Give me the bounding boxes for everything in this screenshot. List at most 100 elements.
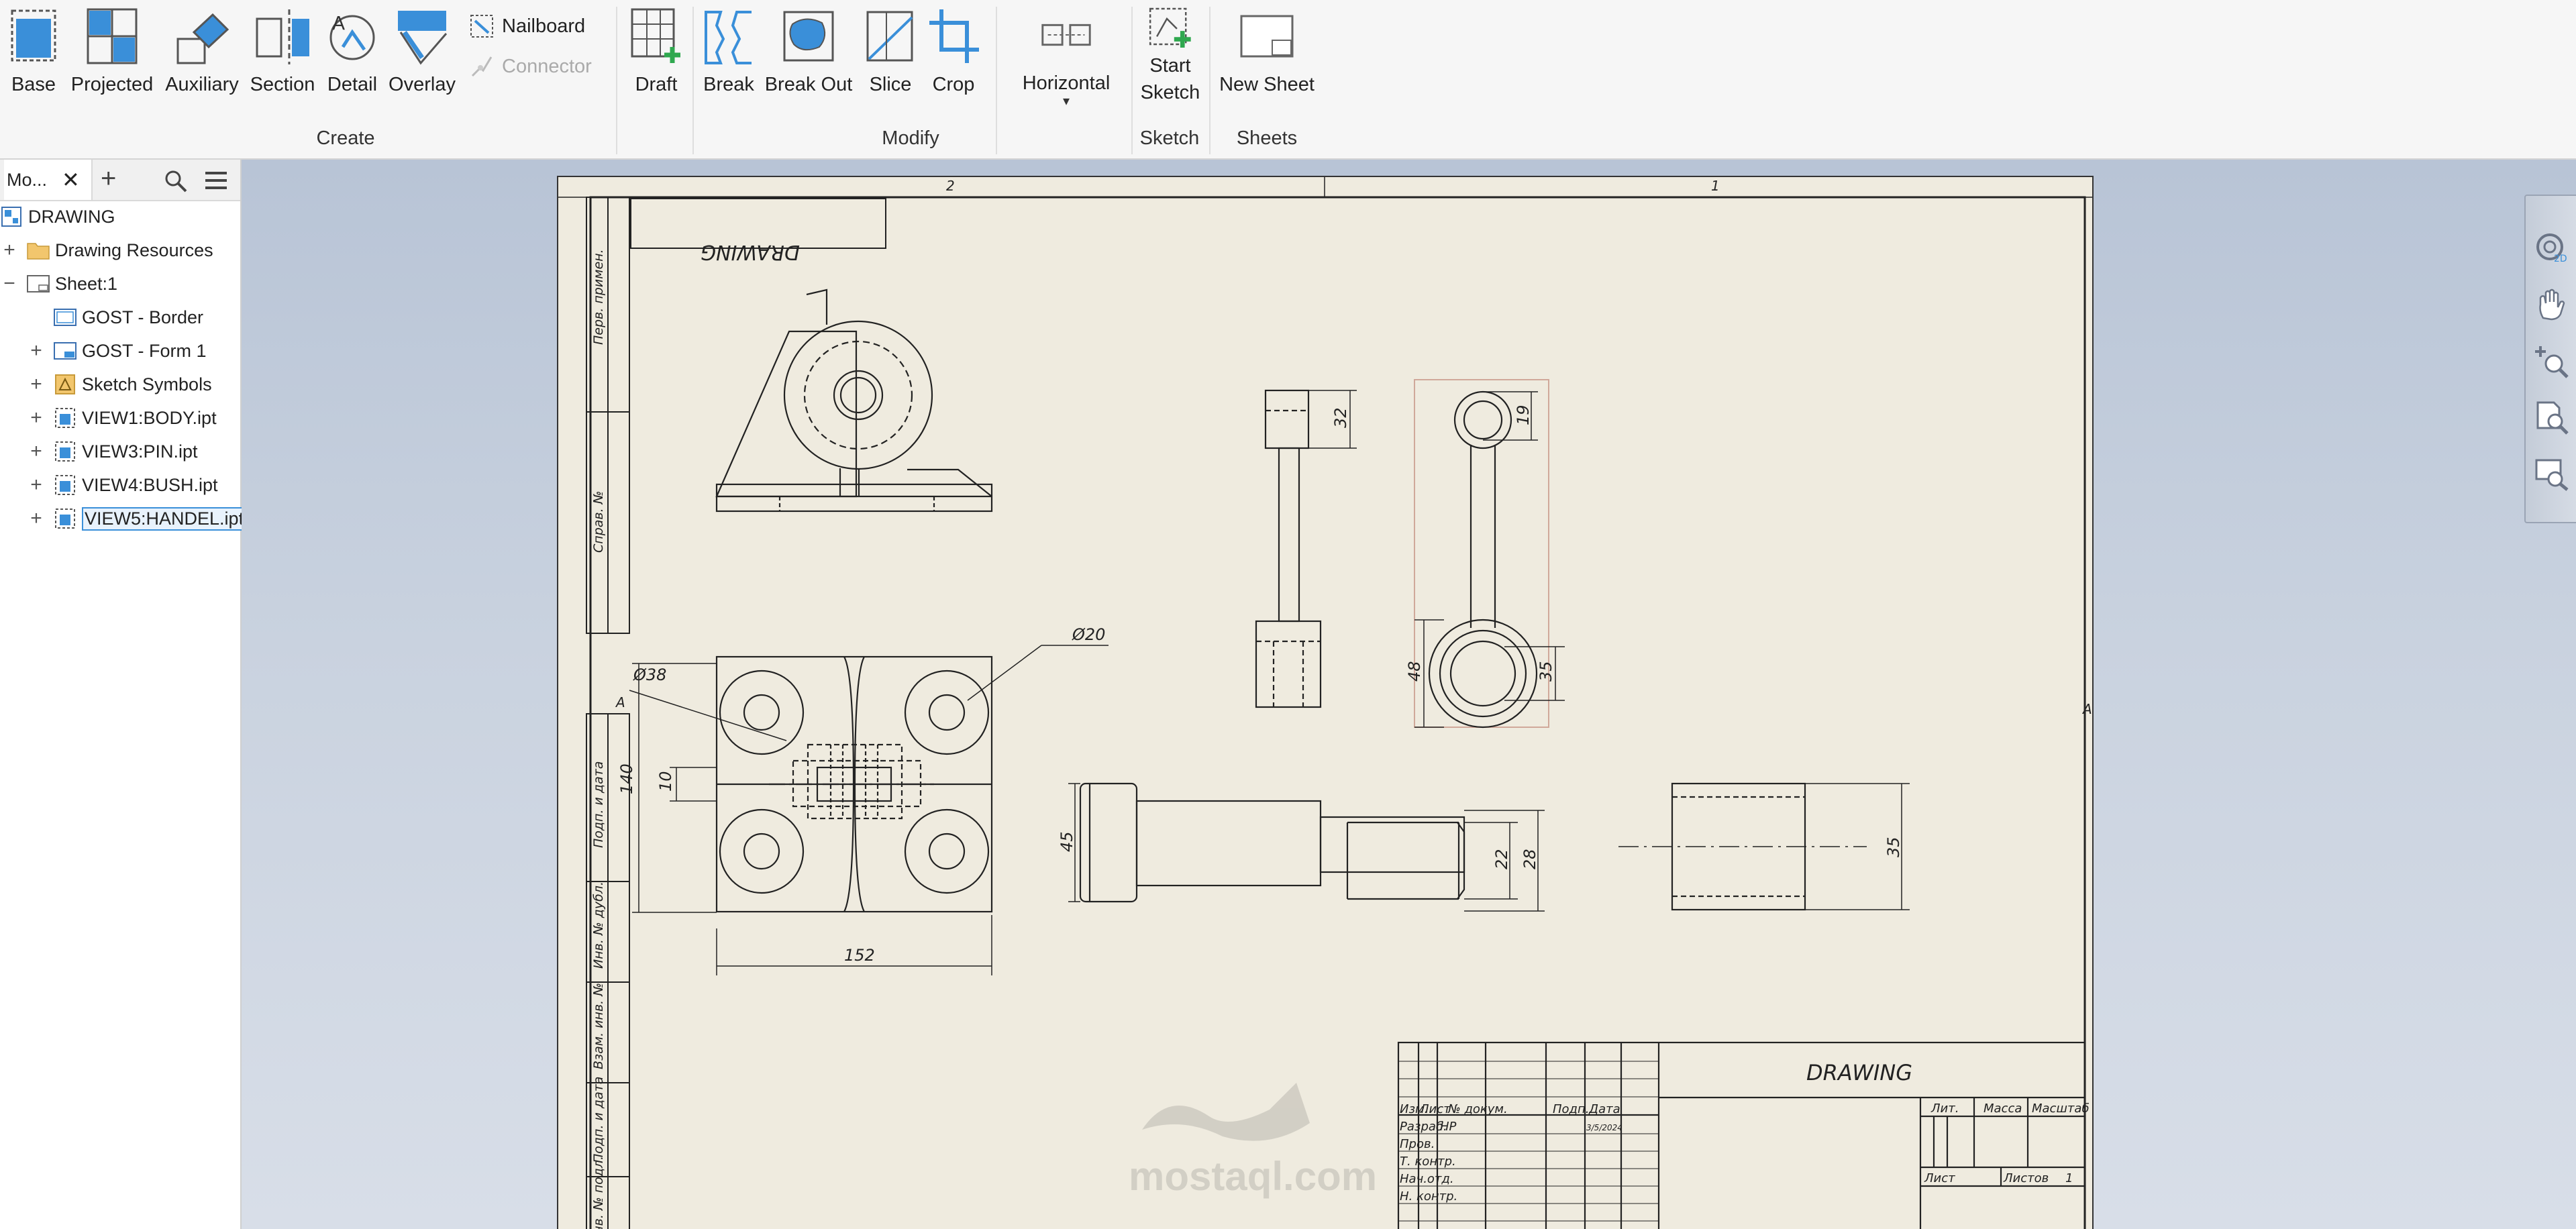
dim-32: 32 xyxy=(1331,407,1350,428)
overlay-view-button[interactable]: Overlay xyxy=(387,5,458,106)
section-view-icon xyxy=(256,9,309,64)
tb-masshtab: Масштаб xyxy=(2032,1102,2090,1116)
ribbon: Base Projected Auxiliary Section A Detai… xyxy=(0,0,2576,160)
expand-icon[interactable]: + xyxy=(28,436,44,467)
side-label-podp-data-1: Подп. и дата xyxy=(591,761,606,848)
detail-view-button[interactable]: A Detail xyxy=(322,5,382,106)
expand-icon[interactable]: + xyxy=(1,235,17,266)
new-sheet-button[interactable]: New Sheet xyxy=(1213,5,1321,106)
collapse-icon[interactable]: − xyxy=(1,268,17,299)
expand-icon[interactable]: + xyxy=(28,470,44,500)
menu-icon[interactable] xyxy=(204,170,228,191)
add-icon[interactable]: + xyxy=(101,164,116,194)
zone-label-top-2: 2 xyxy=(946,178,955,194)
slice-button[interactable]: Slice xyxy=(860,5,921,106)
tree-item-sheet[interactable]: Sheet:1 xyxy=(27,268,117,299)
tb-lit: Лит. xyxy=(1930,1102,1959,1116)
overlay-view-icon xyxy=(398,11,448,65)
svg-text:2D: 2D xyxy=(2554,254,2567,264)
side-label-inv-podl: Инв. № подл. xyxy=(591,1156,606,1229)
drawing-sheet[interactable]: 2 1 A A Перв. примен. Справ. № Подп. и д… xyxy=(557,176,2094,1229)
sheet-icon xyxy=(27,272,50,295)
border-icon xyxy=(54,306,76,329)
tb-listov: Листов xyxy=(2003,1171,2049,1185)
draft-view-button[interactable]: Draft xyxy=(624,5,688,106)
section-view-button[interactable]: Section xyxy=(246,5,319,106)
tb-n-kontr: Н. контр. xyxy=(1400,1189,1457,1204)
tree-item-view5[interactable]: VIEW5:HANDEL.ipt xyxy=(54,503,247,534)
navigation-bar: 2D xyxy=(2524,195,2576,523)
handle-view xyxy=(1428,390,1538,729)
nailboard-button[interactable]: Nailboard xyxy=(468,9,585,43)
bush-view xyxy=(1618,782,1867,911)
dim-22: 22 xyxy=(1492,849,1511,869)
projected-view-button[interactable]: Projected xyxy=(67,5,157,106)
horizontal-align-icon xyxy=(1041,23,1091,46)
close-icon[interactable]: ✕ xyxy=(62,167,80,193)
expand-icon[interactable]: + xyxy=(28,335,44,366)
projected-view-icon xyxy=(87,8,138,64)
tree-item-sketch-symbols[interactable]: Sketch Symbols xyxy=(54,369,212,400)
title-block xyxy=(1397,1041,2086,1229)
dim-152: 152 xyxy=(844,946,875,965)
horizontal-align-button[interactable]: Horizontal ▾ xyxy=(1011,5,1122,109)
graphics-canvas[interactable]: 2 1 A A Перв. примен. Справ. № Подп. и д… xyxy=(242,160,2576,1229)
browser-header: Mo... ✕ + xyxy=(0,160,240,201)
detail-view-icon: A xyxy=(329,12,375,60)
sheets-group-label: Sheets xyxy=(1236,127,1298,149)
tree-item-view1[interactable]: VIEW1:BODY.ipt xyxy=(54,403,217,433)
tb-podp: Подп. xyxy=(1553,1102,1589,1116)
zoom-icon[interactable] xyxy=(2534,343,2569,378)
expand-icon[interactable]: + xyxy=(28,503,44,534)
tb-n-dokum: № докум. xyxy=(1447,1102,1508,1116)
steering-wheel-icon[interactable]: 2D xyxy=(2534,231,2569,266)
base-view-button[interactable]: Base xyxy=(4,5,63,106)
break-out-icon xyxy=(783,11,834,62)
side-label-vzam-inv: Взам. инв. № xyxy=(591,983,606,1069)
tree-item-view3[interactable]: VIEW3:PIN.ipt xyxy=(54,436,198,467)
pin-views xyxy=(1255,389,1322,708)
dim-10: 10 xyxy=(656,771,675,792)
body-top-view xyxy=(715,655,993,913)
tree-item-form[interactable]: GOST - Form 1 xyxy=(54,335,207,366)
search-icon[interactable] xyxy=(164,169,188,193)
create-group-label: Create xyxy=(316,127,375,149)
tb-nach-otd: Нач.отд. xyxy=(1400,1172,1454,1186)
start-sketch-button[interactable]: Start Sketch xyxy=(1135,5,1205,106)
pin-side-view xyxy=(1079,782,1465,903)
break-button[interactable]: Break xyxy=(698,5,760,106)
tree-item-border[interactable]: GOST - Border xyxy=(54,302,203,333)
tree-item-drawing-resources[interactable]: Drawing Resources xyxy=(27,235,213,266)
browser-tab-model[interactable]: Mo... ✕ xyxy=(4,160,93,200)
dim-35-handle: 35 xyxy=(1537,661,1555,682)
watermark-logo-shape xyxy=(1142,1083,1310,1141)
body-dimension-lines xyxy=(629,645,1109,975)
tb-list: Лист xyxy=(1419,1102,1451,1116)
watermark-text: mostaql.com xyxy=(1129,1154,1377,1199)
expand-icon[interactable]: + xyxy=(28,369,44,400)
svg-text:A: A xyxy=(332,12,345,34)
side-label-inv-dubl: Инв. № дубл. xyxy=(591,881,606,969)
zoom-window-icon[interactable] xyxy=(2534,456,2569,491)
start-sketch-label-line2: Sketch xyxy=(1140,82,1200,103)
dim-28: 28 xyxy=(1521,849,1539,869)
expand-icon[interactable]: + xyxy=(28,403,44,433)
pan-hand-icon[interactable] xyxy=(2534,287,2569,322)
connector-button[interactable]: Connector xyxy=(468,50,592,83)
chevron-down-icon: ▾ xyxy=(1062,94,1070,109)
dim-d38: Ø38 xyxy=(633,665,666,684)
tb-listov-val: 1 xyxy=(2065,1171,2073,1185)
side-label-perv-primen: Перв. примен. xyxy=(591,249,606,345)
break-out-button[interactable]: Break Out xyxy=(764,5,854,106)
ribbon-separator xyxy=(1209,7,1210,154)
tree-item-view4[interactable]: VIEW4:BUSH.ipt xyxy=(54,470,218,500)
crop-button[interactable]: Crop xyxy=(925,5,982,106)
nailboard-icon xyxy=(470,15,493,38)
zoom-all-icon[interactable] xyxy=(2534,400,2569,435)
sketch-symbols-icon xyxy=(54,373,76,396)
tree-item-drawing[interactable]: DRAWING xyxy=(0,201,115,232)
tb-list2: Лист xyxy=(1924,1171,1955,1185)
auxiliary-view-button[interactable]: Auxiliary xyxy=(164,5,240,106)
drawing-file-icon xyxy=(0,205,23,228)
tb-prov: Пров. xyxy=(1400,1137,1435,1151)
